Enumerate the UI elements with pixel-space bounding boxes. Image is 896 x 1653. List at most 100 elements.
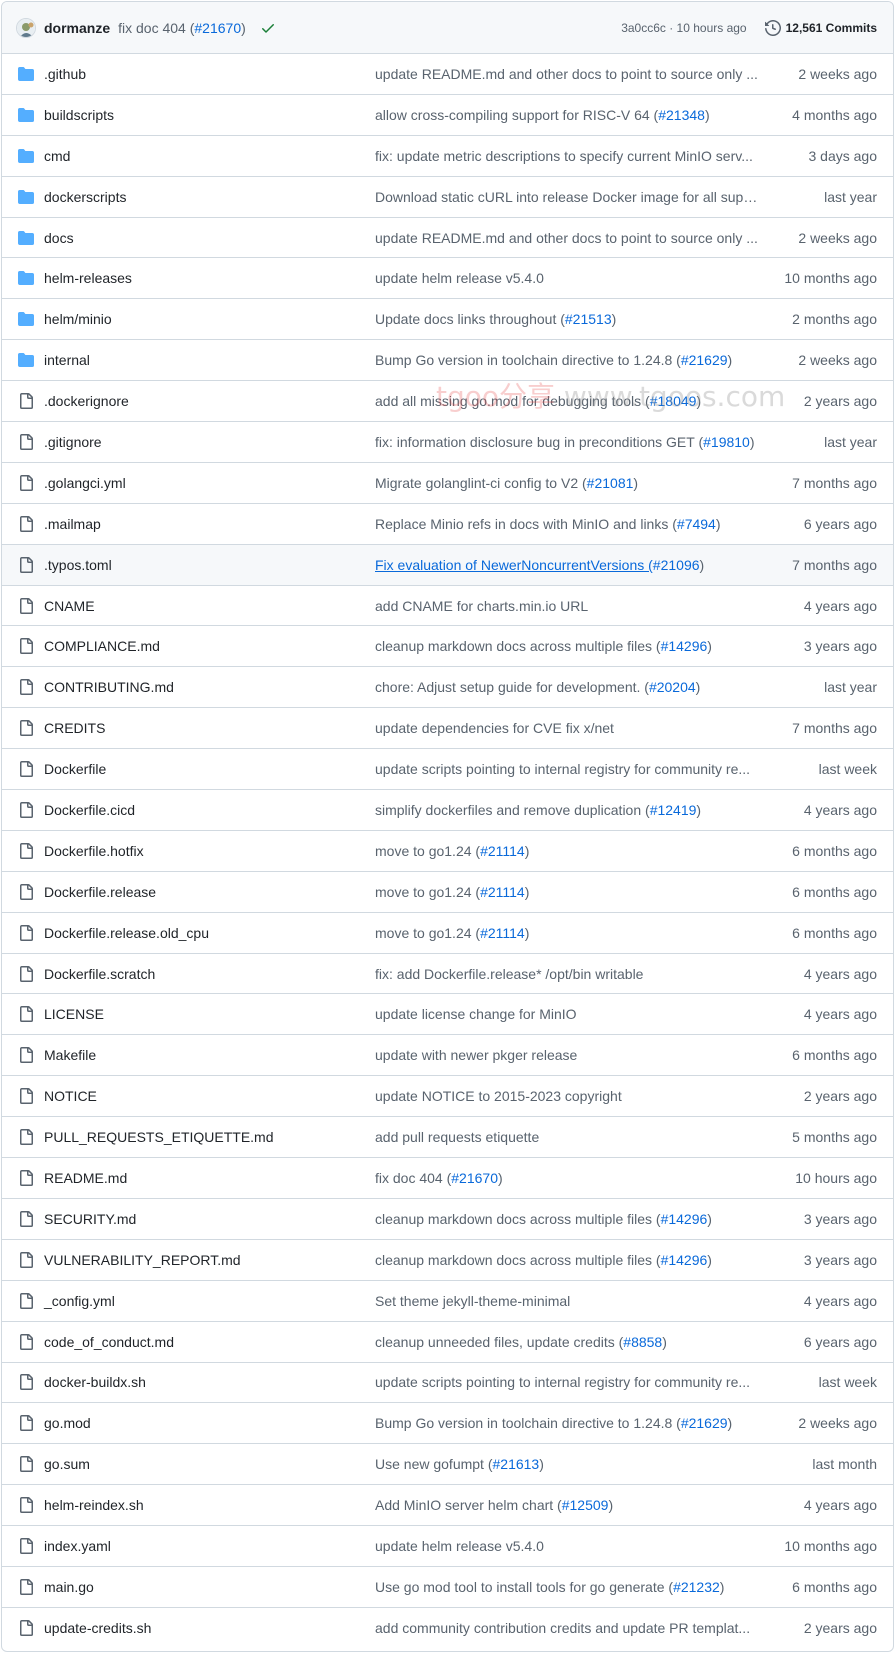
commit-date[interactable]: 7 months ago: [792, 720, 877, 736]
commit-message-link[interactable]: Use go mod tool to install tools for go …: [375, 1579, 673, 1595]
file-row[interactable]: cmd fix: update metric descriptions to sp…: [2, 136, 893, 177]
file-name-link[interactable]: PULL_REQUESTS_ETIQUETTE.md: [44, 1129, 274, 1145]
file-name-link[interactable]: CONTRIBUTING.md: [44, 679, 174, 695]
file-row[interactable]: dockerscripts Download static cURL into r…: [2, 177, 893, 218]
file-row[interactable]: NOTICE update NOTICE to 2015-2023 copyrig…: [2, 1076, 893, 1118]
file-name-link[interactable]: docker-buildx.sh: [44, 1374, 146, 1390]
commit-date[interactable]: 6 years ago: [804, 516, 877, 532]
commit-message-link[interactable]: Download static cURL into release Docker…: [375, 189, 759, 205]
commit-message-link[interactable]: fix: information disclosure bug in preco…: [375, 434, 703, 450]
file-name-link[interactable]: Dockerfile.release: [44, 884, 156, 900]
file-name-link[interactable]: Dockerfile.hotfix: [44, 843, 144, 859]
commit-date[interactable]: 3 years ago: [804, 1252, 877, 1268]
commit-message-link[interactable]: simplify dockerfiles and remove duplicat…: [375, 802, 650, 818]
pr-link[interactable]: #19810: [703, 434, 750, 450]
file-row[interactable]: Dockerfile.release.old_cpu move to go1.24…: [2, 913, 893, 954]
file-row[interactable]: helm-reindex.sh Add MinIO server helm cha…: [2, 1485, 893, 1527]
pr-link[interactable]: #21096: [653, 557, 700, 573]
commit-message-link[interactable]: add all missing go.mod for debugging too…: [375, 393, 650, 409]
pr-link[interactable]: #12509: [562, 1497, 609, 1513]
file-name-link[interactable]: code_of_conduct.md: [44, 1334, 174, 1350]
file-name-link[interactable]: .gitignore: [44, 434, 102, 450]
commit-date[interactable]: 4 years ago: [804, 1293, 877, 1309]
commit-message-link[interactable]: update README.md and other docs to point…: [375, 66, 758, 82]
commit-message-link[interactable]: Migrate golanglint-ci config to V2 (: [375, 475, 587, 491]
commit-message-link[interactable]: Fix evaluation of NewerNoncurrentVersion…: [375, 557, 653, 573]
pr-link[interactable]: #21629: [681, 352, 728, 368]
file-name-link[interactable]: COMPLIANCE.md: [44, 638, 160, 654]
pr-link[interactable]: #21613: [493, 1456, 540, 1472]
pr-link[interactable]: #14296: [661, 1252, 708, 1268]
commit-date[interactable]: 6 months ago: [792, 1047, 877, 1063]
file-name-link[interactable]: LICENSE: [44, 1006, 104, 1022]
file-row[interactable]: _config.yml Set theme jekyll-theme-minima…: [2, 1281, 893, 1322]
file-row[interactable]: .dockerignore add all missing go.mod for …: [2, 381, 893, 423]
file-row[interactable]: COMPLIANCE.md cleanup markdown docs acros…: [2, 626, 893, 668]
pr-link[interactable]: #21114: [480, 925, 525, 941]
file-name-link[interactable]: .mailmap: [44, 516, 101, 532]
file-row[interactable]: Makefile update with newer pkger release 6…: [2, 1035, 893, 1077]
file-row[interactable]: .gitignore fix: information disclosure bu…: [2, 422, 893, 463]
commit-date[interactable]: 4 years ago: [804, 802, 877, 818]
file-name-link[interactable]: helm-reindex.sh: [44, 1497, 144, 1513]
commit-date[interactable]: last week: [819, 1374, 877, 1390]
file-name-link[interactable]: .golangci.yml: [44, 475, 126, 491]
pr-link[interactable]: #14296: [661, 1211, 708, 1227]
file-name-link[interactable]: dockerscripts: [44, 189, 126, 205]
pr-link[interactable]: #21114: [480, 843, 525, 859]
file-name-link[interactable]: docs: [44, 230, 74, 246]
file-name-link[interactable]: Makefile: [44, 1047, 96, 1063]
commit-date[interactable]: 7 months ago: [792, 557, 877, 573]
file-row[interactable]: helm-releases update helm release v5.4.0 1…: [2, 258, 893, 300]
file-row[interactable]: CREDITS update dependencies for CVE fix x…: [2, 708, 893, 750]
commit-message-link[interactable]: move to go1.24 (: [375, 925, 480, 941]
commit-date[interactable]: 4 years ago: [804, 1497, 877, 1513]
file-name-link[interactable]: CREDITS: [44, 720, 105, 736]
commit-message-link[interactable]: cleanup markdown docs across multiple fi…: [375, 638, 661, 654]
file-name-link[interactable]: Dockerfile.scratch: [44, 966, 155, 982]
file-name-link[interactable]: go.mod: [44, 1415, 91, 1431]
file-row[interactable]: VULNERABILITY_REPORT.md cleanup markdown …: [2, 1240, 893, 1281]
pr-link[interactable]: #18049: [650, 393, 697, 409]
commit-date[interactable]: 7 months ago: [792, 475, 877, 491]
commit-message-link[interactable]: fix: update metric descriptions to speci…: [375, 148, 753, 164]
file-row[interactable]: .golangci.yml Migrate golanglint-ci confi…: [2, 463, 893, 504]
commit-date[interactable]: 5 months ago: [792, 1129, 877, 1145]
commit-date[interactable]: 10 hours ago: [795, 1170, 877, 1186]
commit-date[interactable]: 2 weeks ago: [798, 230, 877, 246]
commit-date[interactable]: 10 months ago: [784, 1538, 877, 1554]
pr-link[interactable]: #21513: [565, 311, 612, 327]
commit-date[interactable]: last year: [824, 434, 877, 450]
file-name-link[interactable]: Dockerfile: [44, 761, 106, 777]
pr-link[interactable]: #21629: [681, 1415, 728, 1431]
commit-date[interactable]: 4 years ago: [804, 1006, 877, 1022]
file-name-link[interactable]: .typos.toml: [44, 557, 112, 573]
commit-message-link[interactable]: cleanup unneeded files, update credits (: [375, 1334, 623, 1350]
file-row[interactable]: docs update README.md and other docs to p…: [2, 218, 893, 259]
commit-message-link[interactable]: Bump Go version in toolchain directive t…: [375, 1415, 681, 1431]
commit-date[interactable]: 2 months ago: [792, 311, 877, 327]
file-row[interactable]: docker-buildx.sh update scripts pointing …: [2, 1363, 893, 1404]
commit-message-link[interactable]: add pull requests etiquette: [375, 1129, 539, 1145]
file-row[interactable]: buildscripts allow cross-compiling suppor…: [2, 95, 893, 136]
commit-message-link[interactable]: Use new gofumpt (: [375, 1456, 493, 1472]
pr-link[interactable]: #7494: [677, 516, 716, 532]
commit-date[interactable]: 6 months ago: [792, 1579, 877, 1595]
commit-author[interactable]: dormanze: [44, 20, 110, 36]
file-row[interactable]: .github update README.md and other docs t…: [2, 54, 893, 95]
file-row[interactable]: Dockerfile update scripts pointing to int…: [2, 749, 893, 791]
commit-date[interactable]: 6 years ago: [804, 1334, 877, 1350]
pr-link[interactable]: #21114: [480, 884, 525, 900]
pr-link[interactable]: #20204: [649, 679, 696, 695]
pr-link[interactable]: #14296: [661, 638, 708, 654]
file-row[interactable]: go.mod Bump Go version in toolchain direc…: [2, 1403, 893, 1445]
commit-date[interactable]: 3 days ago: [809, 148, 878, 164]
file-row[interactable]: CNAME add CNAME for charts.min.io URL 4 ye…: [2, 586, 893, 627]
commit-message-link[interactable]: update README.md and other docs to point…: [375, 230, 758, 246]
pr-link[interactable]: #21232: [673, 1579, 720, 1595]
file-row[interactable]: Dockerfile.release move to go1.24 (#21114…: [2, 872, 893, 913]
file-name-link[interactable]: README.md: [44, 1170, 127, 1186]
file-name-link[interactable]: Dockerfile.cicd: [44, 802, 135, 818]
file-name-link[interactable]: VULNERABILITY_REPORT.md: [44, 1252, 241, 1268]
check-icon[interactable]: [260, 20, 276, 36]
